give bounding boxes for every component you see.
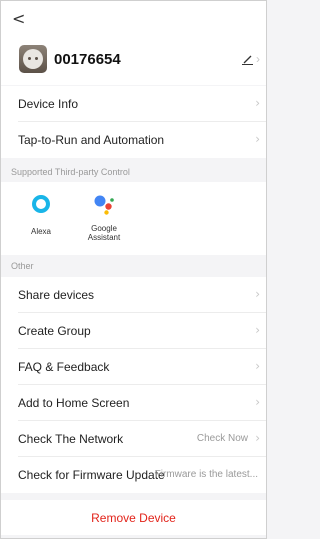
row-label: Add to Home Screen [18, 396, 130, 410]
row-label: Check for Firmware Update [18, 468, 165, 482]
device-settings-screen: < 00176654 › Device Info › Tap-to-Run an… [0, 0, 267, 539]
alexa-icon [29, 195, 53, 219]
section-title: Other [11, 261, 34, 271]
add-home-screen-row[interactable]: Add to Home Screen › [1, 385, 266, 421]
smart-plug-icon [19, 45, 47, 73]
alexa-label: Alexa [30, 227, 51, 236]
chevron-right-icon: › [256, 52, 260, 66]
create-group-row[interactable]: Create Group › [1, 313, 266, 349]
section-third-party: Supported Third-party Control [1, 161, 266, 183]
remove-device-label: Remove Device [91, 511, 176, 525]
firmware-status-value: Firmware is the latest... [154, 469, 258, 480]
chevron-right-icon: › [255, 96, 260, 110]
chevron-right-icon: › [255, 132, 260, 146]
google-assistant-icon [92, 192, 116, 216]
check-now-value: Check Now [196, 433, 248, 444]
device-info-row[interactable]: Device Info › [1, 86, 266, 122]
pencil-icon[interactable] [242, 54, 253, 65]
chevron-right-icon: › [255, 359, 260, 373]
device-header[interactable]: 00176654 › [1, 39, 266, 85]
row-label: Tap-to-Run and Automation [18, 133, 165, 147]
share-devices-row[interactable]: Share devices › [1, 277, 266, 313]
check-network-row[interactable]: Check The Network Check Now › [1, 421, 266, 457]
google-assistant-item[interactable]: Google Assistant [74, 192, 134, 242]
row-label: FAQ & Feedback [18, 360, 110, 374]
row-label: Create Group [18, 324, 91, 338]
section-other: Other [1, 255, 266, 277]
chevron-right-icon: › [255, 431, 260, 445]
row-label: Share devices [18, 288, 95, 302]
section-title: Supported Third-party Control [11, 167, 130, 177]
tap-to-run-row[interactable]: Tap-to-Run and Automation › [1, 122, 266, 158]
firmware-update-row[interactable]: Check for Firmware Update Firmware is th… [1, 457, 266, 493]
top-bar: < [1, 1, 266, 39]
google-assistant-label: Google Assistant [87, 224, 121, 242]
row-label: Device Info [18, 97, 79, 111]
chevron-right-icon: › [255, 395, 260, 409]
remove-device-button[interactable]: Remove Device [1, 500, 266, 535]
faq-feedback-row[interactable]: FAQ & Feedback › [1, 349, 266, 385]
back-button[interactable]: < [12, 11, 25, 27]
third-party-panel: Alexa Google Assistant [1, 182, 266, 255]
chevron-right-icon: › [255, 287, 260, 301]
device-name: 00176654 [54, 51, 121, 68]
alexa-item[interactable]: Alexa [11, 192, 71, 236]
chevron-right-icon: › [255, 323, 260, 337]
row-label: Check The Network [18, 432, 124, 446]
